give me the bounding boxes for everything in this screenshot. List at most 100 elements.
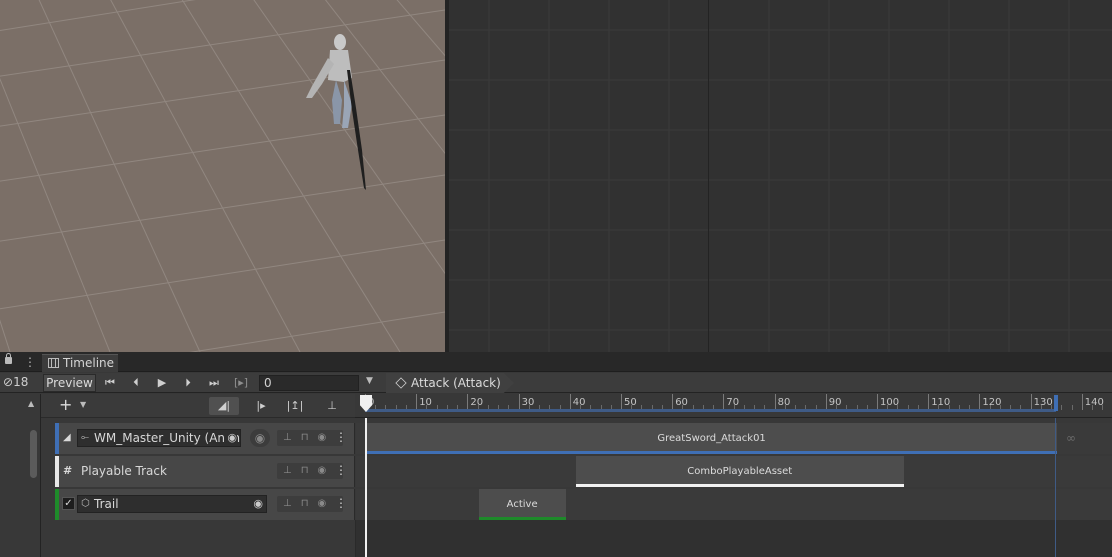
playable-track-icon: # xyxy=(63,464,73,477)
ruler-tick-label: 120 xyxy=(982,397,1002,408)
track-row-activation[interactable]: Active xyxy=(356,489,1112,520)
ruler-minor-tick xyxy=(1071,405,1073,410)
track-binding-field[interactable]: ⟜ WM_Master_Unity (Anim ◉ xyxy=(77,429,241,447)
kebab-menu-icon[interactable]: ⋮ xyxy=(24,356,36,368)
timeline-clip[interactable]: Active xyxy=(478,489,566,520)
add-track-icon[interactable]: + xyxy=(59,396,72,414)
infinite-clip-icon: ∞ xyxy=(1066,431,1076,445)
animation-track-icon: ◢ xyxy=(63,432,71,443)
breadcrumb-label: Attack (Attack) xyxy=(411,376,501,390)
ruler-tick xyxy=(518,394,520,410)
scene-view[interactable] xyxy=(0,0,445,352)
chevron-down-icon[interactable]: ▼ xyxy=(80,400,86,409)
go-to-end-icon[interactable]: ⏭ xyxy=(203,375,225,391)
track-name: Playable Track xyxy=(81,464,167,478)
view-divider xyxy=(708,0,709,352)
end-marker-handle[interactable] xyxy=(1054,395,1058,411)
left-gutter: ▲ xyxy=(0,394,41,557)
tab-timeline[interactable]: Timeline xyxy=(42,354,118,372)
object-picker-icon[interactable]: ◉ xyxy=(253,496,263,512)
timeline-clip[interactable]: GreatSword_Attack01 xyxy=(366,423,1058,454)
ruler-tick xyxy=(1030,394,1032,410)
ruler-tick-label: 140 xyxy=(1084,397,1104,408)
record-icon[interactable]: ◉ xyxy=(250,429,270,447)
replace-mode-icon[interactable]: |↥| xyxy=(280,397,310,415)
ruler-tick xyxy=(416,394,418,410)
previous-frame-icon[interactable]: ⏴ xyxy=(125,375,147,391)
visibility-count: 18 xyxy=(13,375,29,389)
end-marker-line xyxy=(1055,418,1056,557)
scroll-up-icon[interactable]: ▲ xyxy=(28,399,34,408)
time-ruler[interactable]: 0102030405060708090100110120130140 xyxy=(355,394,1112,418)
track-header-toolbar: + ▼ ◢| |▸ |↥| ⊥ xyxy=(41,394,355,418)
timeline-window: ⋮ Timeline ⊘18 Preview ⏮ ⏴ ▶ ⏵ ⏭ [▸] 0 ▼… xyxy=(0,352,1112,557)
ruler-tick xyxy=(467,394,469,410)
clip-underline xyxy=(366,451,1058,454)
go-to-start-icon[interactable]: ⏮ xyxy=(99,375,121,391)
ruler-tick xyxy=(825,394,827,410)
clip-label: GreatSword_Attack01 xyxy=(657,433,766,444)
eye-slash-icon: ⊘ xyxy=(3,375,14,389)
track-header-animation[interactable]: ◢ ⟜ WM_Master_Unity (Anim ◉ ◉ ⊥⊓◉ ⋮ xyxy=(55,423,355,454)
ruler-tick-label: 130 xyxy=(1033,397,1053,408)
track-menu-icon[interactable]: ⋮ xyxy=(335,431,347,443)
vertical-scrollbar[interactable] xyxy=(30,430,37,478)
cube-icon xyxy=(395,377,407,389)
clip-label: Active xyxy=(506,499,538,510)
film-icon xyxy=(48,358,59,368)
track-color-stripe xyxy=(55,489,59,520)
track-state-icons[interactable]: ⊥⊓◉ xyxy=(277,430,343,446)
ruler-tick xyxy=(877,394,878,410)
bone-icon: ⟜ xyxy=(81,432,89,443)
ruler-tick xyxy=(928,394,930,410)
track-state-icons[interactable]: ⊥⊓◉ xyxy=(277,496,343,512)
play-icon[interactable]: ▶ xyxy=(151,375,173,391)
checkbox[interactable]: ✓ xyxy=(62,497,75,510)
ruler-minor-tick xyxy=(1102,405,1104,410)
play-range-icon[interactable]: [▸] xyxy=(230,375,252,391)
track-row-playable[interactable]: ComboPlayableAsset xyxy=(356,456,1112,487)
timeline-toolbar: ⊘18 Preview ⏮ ⏴ ▶ ⏵ ⏭ [▸] 0 ▼ Attack (At… xyxy=(0,373,1112,393)
unity-editor: ⋮ Timeline ⊘18 Preview ⏮ ⏴ ▶ ⏵ ⏭ [▸] 0 ▼… xyxy=(0,0,1112,557)
game-view-grid xyxy=(449,0,1112,352)
playhead-line xyxy=(365,418,367,557)
preview-button[interactable]: Preview xyxy=(43,374,96,392)
timeline-empty-area[interactable] xyxy=(356,520,1112,557)
track-header-playable[interactable]: # Playable Track ⊥⊓◉ ⋮ xyxy=(55,456,355,487)
ruler-tick xyxy=(979,394,981,410)
ruler-minor-tick xyxy=(1092,405,1094,410)
tab-label: Timeline xyxy=(63,356,115,370)
track-color-stripe xyxy=(55,423,59,454)
track-binding-field[interactable]: ⬡ Trail ◉ xyxy=(77,495,267,513)
track-color-stripe xyxy=(55,456,59,487)
object-picker-icon[interactable]: ◉ xyxy=(225,430,237,446)
track-state-icons[interactable]: ⊥⊓◉ xyxy=(277,463,343,479)
ruler-tick xyxy=(1081,394,1083,410)
timeline-clip[interactable]: ComboPlayableAsset xyxy=(575,456,904,487)
lock-icon[interactable] xyxy=(5,353,12,364)
chevron-down-icon[interactable]: ▼ xyxy=(366,376,373,386)
track-menu-icon[interactable]: ⋮ xyxy=(335,497,347,509)
ruler-tick xyxy=(569,394,571,410)
ruler-tick-label: 100 xyxy=(880,397,900,408)
track-row-animation[interactable]: GreatSword_Attack01 ∞ xyxy=(356,423,1112,454)
scene-grid xyxy=(0,0,445,352)
pin-icon[interactable]: ⊥ xyxy=(317,397,347,415)
game-view[interactable] xyxy=(449,0,1112,352)
track-menu-icon[interactable]: ⋮ xyxy=(335,464,347,476)
clip-underline xyxy=(575,484,904,487)
clip-label: ComboPlayableAsset xyxy=(687,466,793,477)
visibility-counter[interactable]: ⊘18 xyxy=(3,375,28,389)
ruler-tick xyxy=(723,394,725,410)
ripple-mode-icon[interactable]: |▸ xyxy=(246,397,276,415)
track-header-activation[interactable]: ✓ ⬡ Trail ◉ ⊥⊓◉ ⋮ xyxy=(55,489,355,520)
tab-strip: ⋮ Timeline xyxy=(0,352,1112,372)
ease-mode-icon[interactable]: ◢| xyxy=(209,397,239,415)
ruler-play-range xyxy=(365,409,1057,412)
ruler-tick xyxy=(774,394,776,410)
breadcrumb[interactable]: Attack (Attack) xyxy=(386,373,514,393)
track-list-empty-area xyxy=(41,520,356,557)
ruler-tick xyxy=(672,394,674,410)
frame-field[interactable]: 0 xyxy=(259,375,359,391)
next-frame-icon[interactable]: ⏵ xyxy=(177,375,199,391)
